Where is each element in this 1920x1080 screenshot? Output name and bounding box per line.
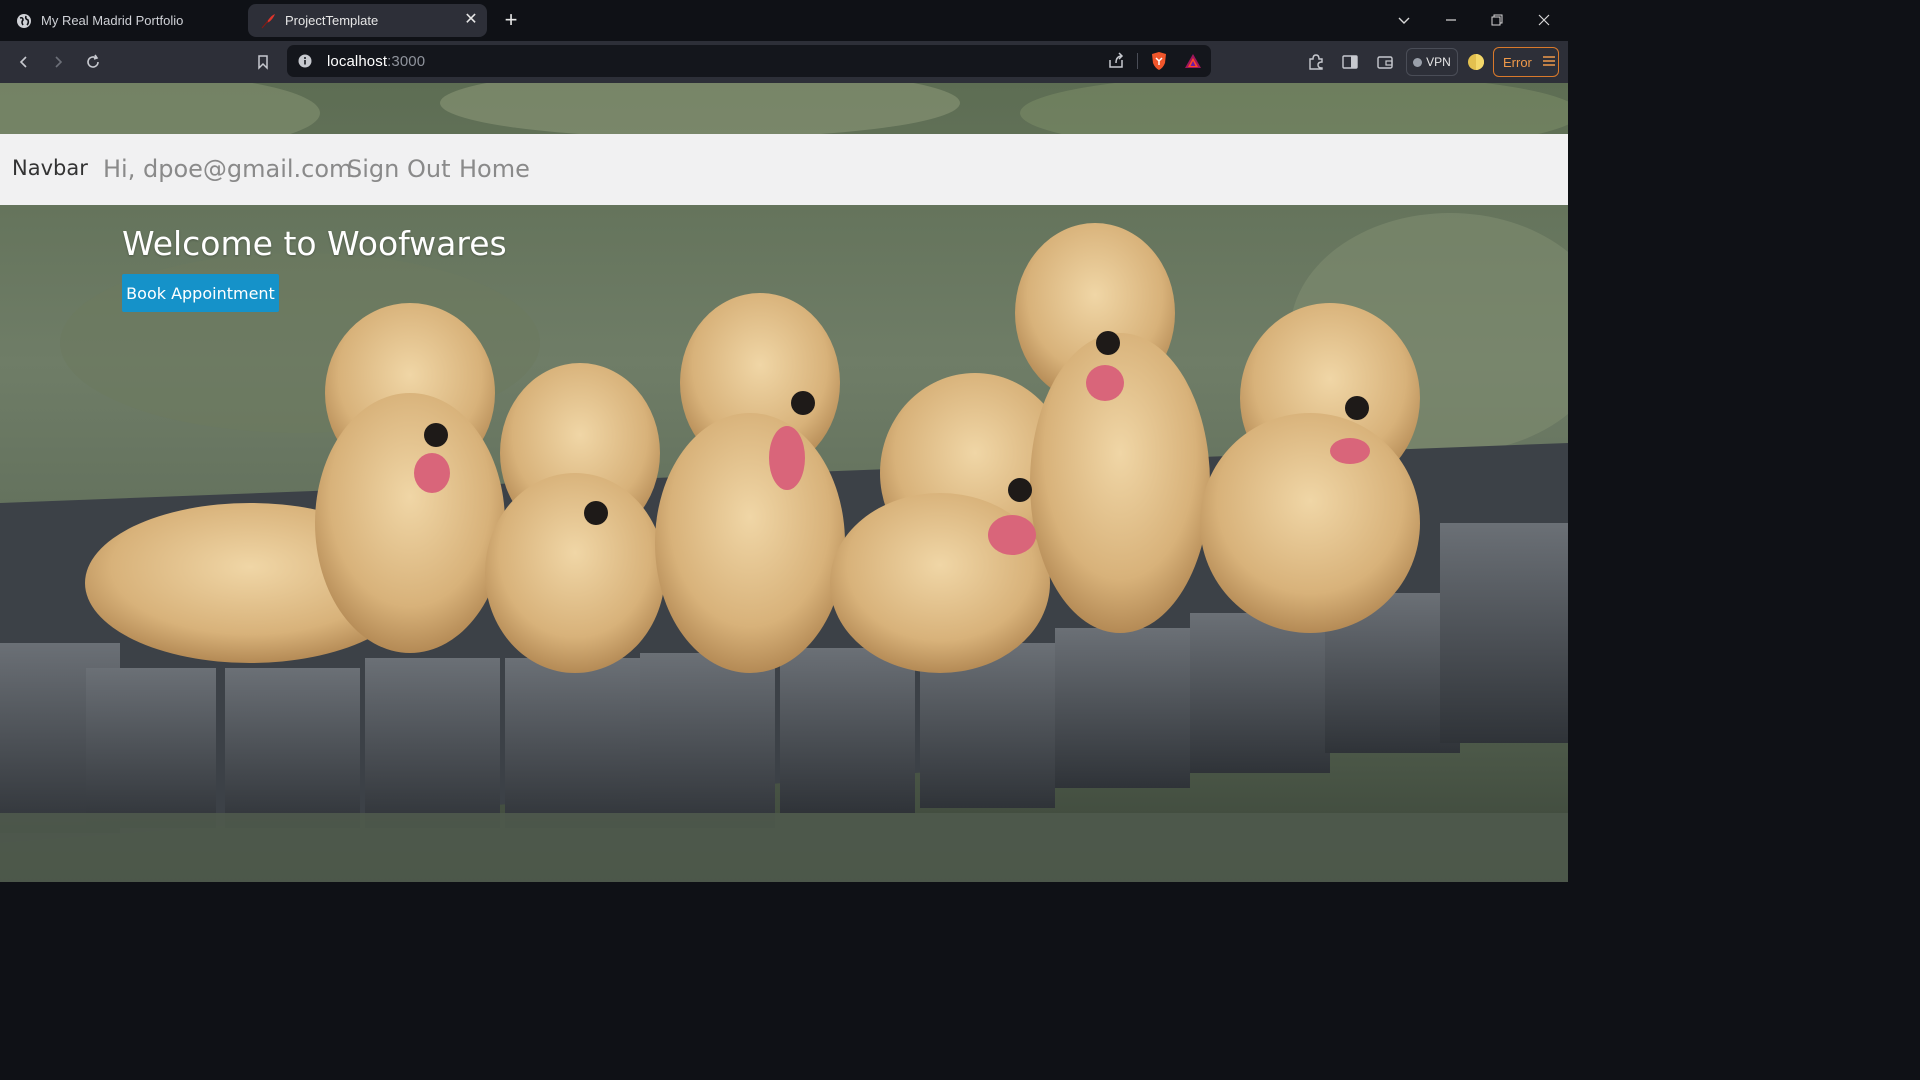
vpn-button[interactable]: VPN — [1406, 48, 1458, 76]
brave-shields-icon[interactable] — [1150, 51, 1168, 76]
error-menu-button[interactable]: Error — [1493, 47, 1559, 77]
globe-icon — [16, 13, 32, 29]
nav-link-home[interactable]: Home — [459, 155, 530, 183]
feather-icon — [260, 13, 276, 29]
book-appointment-button[interactable]: Book Appointment — [122, 274, 279, 312]
wallet-icon[interactable] — [1371, 49, 1399, 75]
address-bar[interactable]: localhost:3000 — [287, 45, 1211, 77]
bookmark-icon[interactable] — [249, 49, 277, 75]
vpn-label: VPN — [1426, 55, 1451, 69]
navbar-brand[interactable]: Navbar — [12, 156, 88, 180]
tab-title: My Real Madrid Portfolio — [41, 13, 184, 28]
new-tab-button[interactable]: + — [500, 9, 522, 31]
tab-title: ProjectTemplate — [285, 13, 379, 28]
browser-toolbar: localhost:3000 VPN Error — [0, 41, 1568, 83]
profile-avatar-icon[interactable] — [1462, 49, 1490, 75]
vpn-status-icon — [1413, 57, 1423, 67]
reload-icon[interactable] — [79, 49, 107, 75]
url-text: localhost:3000 — [327, 53, 426, 70]
tab-my-real-madrid-portfolio[interactable]: My Real Madrid Portfolio — [4, 4, 242, 37]
tab-projecttemplate[interactable]: ProjectTemplate ✕ — [248, 4, 487, 37]
nav-link-user-greeting[interactable]: Hi, dpoe@gmail.com — [103, 155, 352, 183]
tab-search-chevron-icon[interactable] — [1390, 6, 1418, 34]
site-info-icon[interactable] — [298, 54, 312, 73]
hamburger-menu-icon — [1542, 55, 1556, 70]
minimize-icon[interactable] — [1437, 6, 1465, 34]
navbar: Navbar Hi, dpoe@gmail.com Sign Out Home — [0, 134, 1568, 205]
share-icon[interactable] — [1107, 52, 1125, 75]
sidebar-icon[interactable] — [1336, 49, 1364, 75]
back-arrow-icon[interactable] — [10, 49, 38, 75]
hero-title: Welcome to Woofwares — [122, 224, 507, 263]
close-tab-icon[interactable]: ✕ — [463, 12, 479, 28]
extensions-icon[interactable] — [1302, 49, 1330, 75]
tab-strip: My Real Madrid Portfolio ProjectTemplate… — [0, 0, 1568, 41]
forward-arrow-icon[interactable] — [44, 49, 72, 75]
divider — [1137, 53, 1138, 69]
brave-rewards-icon[interactable] — [1184, 53, 1202, 74]
nav-link-sign-out[interactable]: Sign Out — [347, 155, 451, 183]
page-viewport: Navbar Hi, dpoe@gmail.com Sign Out Home … — [0, 83, 1568, 882]
close-window-icon[interactable] — [1530, 6, 1558, 34]
restore-icon[interactable] — [1483, 6, 1511, 34]
error-label: Error — [1503, 54, 1532, 70]
